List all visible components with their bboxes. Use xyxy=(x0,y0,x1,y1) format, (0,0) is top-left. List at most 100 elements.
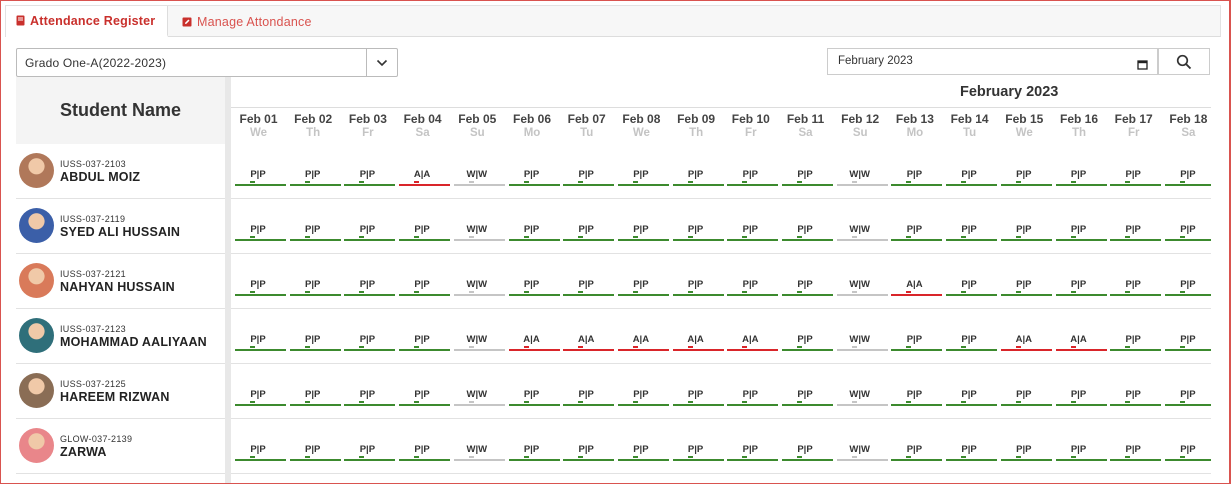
attendance-cell[interactable]: P|P xyxy=(782,279,833,299)
attendance-cell[interactable]: P|P xyxy=(1110,279,1162,299)
student-row[interactable]: IUSS-037-2119 SYED ALI HUSSAIN xyxy=(16,199,225,254)
attendance-cell[interactable]: P|P xyxy=(399,389,451,409)
attendance-cell[interactable]: P|P xyxy=(289,279,341,299)
attendance-cell[interactable]: P|P xyxy=(1000,279,1052,299)
attendance-cell[interactable]: P|P xyxy=(672,224,724,244)
attendance-cell[interactable]: P|P xyxy=(617,279,669,299)
attendance-cell[interactable]: P|P xyxy=(1055,169,1107,189)
student-name[interactable]: ABDUL MOIZ xyxy=(60,170,140,184)
attendance-cell[interactable]: P|P xyxy=(235,334,286,354)
attendance-cell[interactable]: P|P xyxy=(1055,444,1107,464)
attendance-cell[interactable]: P|P xyxy=(727,444,779,464)
attendance-cell[interactable]: P|P xyxy=(946,334,998,354)
attendance-cell[interactable]: P|P xyxy=(235,224,286,244)
attendance-cell[interactable]: W|W xyxy=(453,334,505,354)
attendance-cell[interactable]: W|W xyxy=(453,389,505,409)
attendance-cell[interactable]: P|P xyxy=(1000,224,1052,244)
attendance-cell[interactable]: P|P xyxy=(235,279,286,299)
attendance-cell[interactable]: P|P xyxy=(1055,389,1107,409)
search-button[interactable] xyxy=(1158,48,1210,75)
attendance-cell[interactable]: W|W xyxy=(453,169,505,189)
attendance-cell[interactable]: P|P xyxy=(235,169,286,189)
attendance-cell[interactable]: A|A xyxy=(891,279,943,299)
attendance-cell[interactable]: P|P xyxy=(344,279,396,299)
attendance-cell[interactable]: P|P xyxy=(508,389,560,409)
attendance-cell[interactable]: P|P xyxy=(727,224,779,244)
month-picker[interactable]: February 2023 xyxy=(827,48,1158,75)
attendance-cell[interactable]: P|P xyxy=(891,169,943,189)
attendance-cell[interactable]: P|P xyxy=(344,389,396,409)
attendance-cell[interactable]: P|P xyxy=(891,334,943,354)
attendance-cell[interactable]: P|P xyxy=(1110,389,1162,409)
attendance-cell[interactable]: P|P xyxy=(344,169,396,189)
attendance-cell[interactable]: P|P xyxy=(563,444,615,464)
attendance-cell[interactable]: A|A xyxy=(563,334,615,354)
attendance-cell[interactable]: P|P xyxy=(1164,389,1211,409)
chevron-down-icon[interactable] xyxy=(366,49,397,76)
attendance-cell[interactable]: P|P xyxy=(727,169,779,189)
student-row[interactable]: IUSS-037-2103 ABDUL MOIZ xyxy=(16,144,225,199)
attendance-cell[interactable]: P|P xyxy=(782,389,833,409)
attendance-cell[interactable]: P|P xyxy=(1055,224,1107,244)
attendance-cell[interactable]: P|P xyxy=(563,224,615,244)
attendance-cell[interactable]: P|P xyxy=(672,279,724,299)
student-row[interactable]: IUSS-037-2125 HAREEM RIZWAN xyxy=(16,364,225,419)
attendance-cell[interactable]: P|P xyxy=(1000,444,1052,464)
attendance-cell[interactable]: W|W xyxy=(836,334,888,354)
student-name[interactable]: HAREEM RIZWAN xyxy=(60,390,170,404)
attendance-cell[interactable]: P|P xyxy=(891,224,943,244)
attendance-cell[interactable]: P|P xyxy=(1164,279,1211,299)
attendance-cell[interactable]: P|P xyxy=(399,444,451,464)
calendar-icon[interactable] xyxy=(1137,57,1148,75)
attendance-cell[interactable]: P|P xyxy=(563,279,615,299)
attendance-cell[interactable]: P|P xyxy=(563,389,615,409)
attendance-cell[interactable]: P|P xyxy=(344,444,396,464)
attendance-cell[interactable]: P|P xyxy=(563,169,615,189)
attendance-cell[interactable]: P|P xyxy=(946,279,998,299)
class-select[interactable]: Grado One-A(2022-2023) xyxy=(16,48,398,77)
attendance-cell[interactable]: W|W xyxy=(836,224,888,244)
tab-manage-attendance[interactable]: Manage Attondance xyxy=(182,6,312,37)
attendance-cell[interactable]: P|P xyxy=(235,389,286,409)
attendance-cell[interactable]: P|P xyxy=(344,224,396,244)
attendance-cell[interactable]: A|A xyxy=(617,334,669,354)
attendance-cell[interactable]: W|W xyxy=(453,224,505,244)
attendance-cell[interactable]: P|P xyxy=(1000,169,1052,189)
attendance-cell[interactable]: P|P xyxy=(399,334,451,354)
attendance-cell[interactable]: P|P xyxy=(289,334,341,354)
attendance-cell[interactable]: W|W xyxy=(836,279,888,299)
attendance-cell[interactable]: A|A xyxy=(508,334,560,354)
attendance-cell[interactable]: A|A xyxy=(672,334,724,354)
attendance-cell[interactable]: P|P xyxy=(508,224,560,244)
attendance-cell[interactable]: P|P xyxy=(344,334,396,354)
attendance-cell[interactable]: P|P xyxy=(617,389,669,409)
attendance-cell[interactable]: P|P xyxy=(891,389,943,409)
attendance-cell[interactable]: P|P xyxy=(1164,169,1211,189)
attendance-cell[interactable]: P|P xyxy=(617,444,669,464)
attendance-cell[interactable]: W|W xyxy=(836,389,888,409)
attendance-cell[interactable]: P|P xyxy=(782,444,833,464)
attendance-cell[interactable]: P|P xyxy=(1000,389,1052,409)
attendance-cell[interactable]: W|W xyxy=(453,444,505,464)
attendance-cell[interactable]: P|P xyxy=(1110,224,1162,244)
attendance-cell[interactable]: P|P xyxy=(508,169,560,189)
student-name[interactable]: ZARWA xyxy=(60,445,107,459)
attendance-cell[interactable]: P|P xyxy=(672,169,724,189)
attendance-cell[interactable]: P|P xyxy=(946,389,998,409)
attendance-cell[interactable]: W|W xyxy=(836,444,888,464)
attendance-cell[interactable]: P|P xyxy=(782,224,833,244)
student-name[interactable]: NAHYAN HUSSAIN xyxy=(60,280,175,294)
attendance-cell[interactable]: P|P xyxy=(946,169,998,189)
tab-attendance-register[interactable]: Attendance Register xyxy=(6,6,168,37)
attendance-cell[interactable]: P|P xyxy=(508,444,560,464)
attendance-cell[interactable]: W|W xyxy=(836,169,888,189)
attendance-cell[interactable]: A|A xyxy=(727,334,779,354)
attendance-cell[interactable]: P|P xyxy=(727,279,779,299)
attendance-cell[interactable]: P|P xyxy=(1164,224,1211,244)
attendance-cell[interactable]: P|P xyxy=(289,389,341,409)
attendance-cell[interactable]: P|P xyxy=(399,224,451,244)
attendance-cell[interactable]: P|P xyxy=(235,444,286,464)
attendance-cell[interactable]: P|P xyxy=(946,444,998,464)
student-row[interactable]: IUSS-037-2121 NAHYAN HUSSAIN xyxy=(16,254,225,309)
attendance-cell[interactable]: P|P xyxy=(946,224,998,244)
